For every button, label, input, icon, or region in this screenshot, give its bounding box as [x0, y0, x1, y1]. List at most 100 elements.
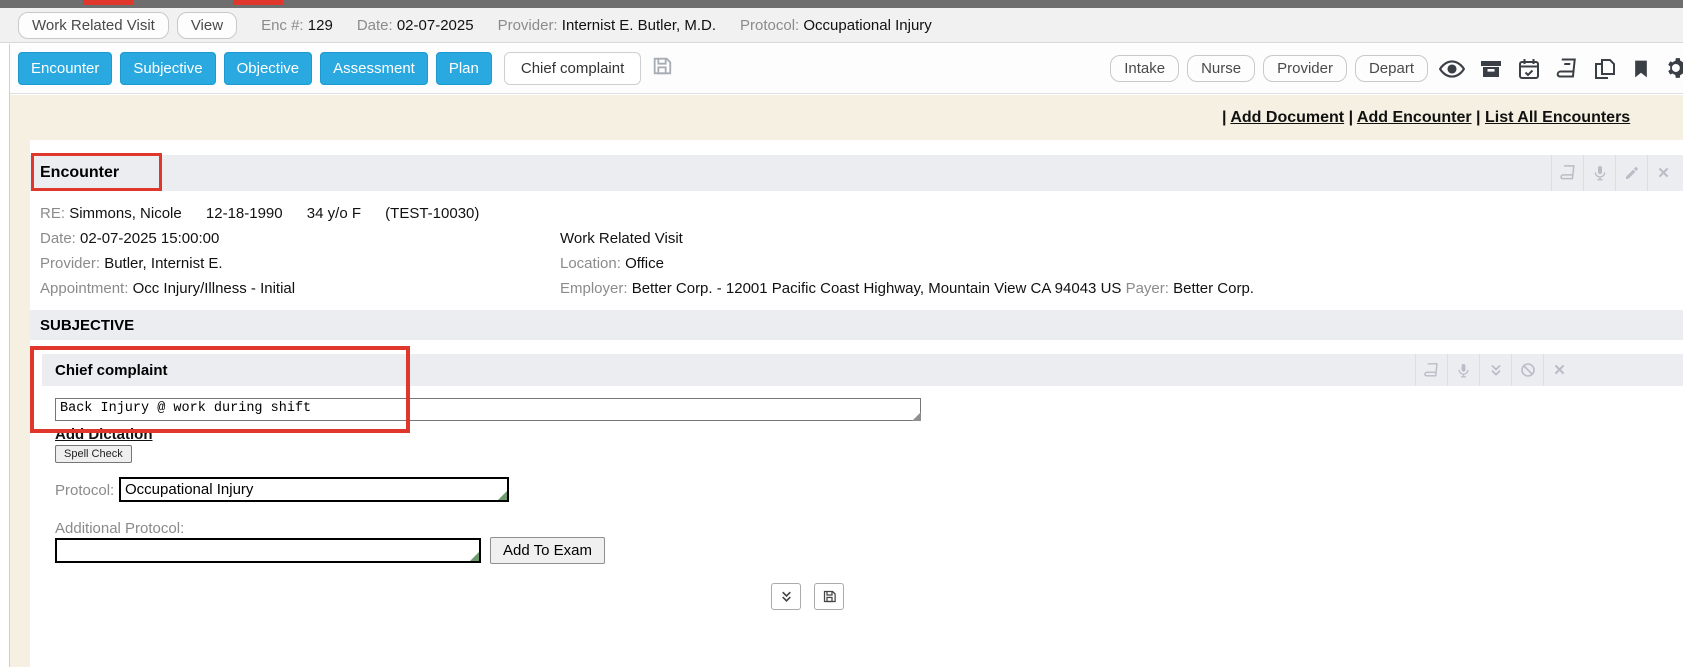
tab-encounter[interactable]: Encounter [18, 52, 112, 85]
protocol-label: Protocol: [55, 482, 114, 499]
patient-identity-line: RE: Simmons, Nicole 12-18-1990 34 y/o F … [40, 205, 479, 222]
add-encounter-link[interactable]: Add Encounter [1357, 109, 1472, 126]
book-icon[interactable] [1552, 54, 1582, 84]
provider-button[interactable]: Provider [1263, 55, 1347, 82]
patient-id: (TEST-10030) [385, 205, 479, 222]
location-line: Location: Office [560, 255, 664, 272]
save-form-button[interactable] [814, 583, 844, 610]
soap-section-buttons: Encounter Subjective Objective Assessmen… [18, 52, 673, 85]
enc-provider-label: Provider: [498, 17, 558, 34]
additional-protocol-label: Additional Protocol: [55, 520, 184, 537]
provider-value: Butler, Internist E. [104, 255, 222, 272]
close-icon[interactable]: ✕ [1543, 354, 1575, 386]
archive-icon[interactable] [1476, 54, 1506, 84]
link-separator: | [1349, 109, 1353, 126]
encounter-section-header: Encounter [30, 155, 1683, 191]
date-value: 02-07-2025 15:00:00 [80, 230, 219, 247]
disable-icon[interactable] [1511, 354, 1543, 386]
provider-label: Provider: [40, 255, 100, 272]
protocol-input[interactable] [119, 477, 509, 502]
patient-name: Simmons, Nicole [69, 205, 182, 222]
appointment-value: Occ Injury/Illness - Initial [133, 280, 296, 297]
book-icon[interactable] [1415, 354, 1447, 386]
enc-number-field: Enc #: 129 [261, 17, 333, 34]
subjective-title: SUBJECTIVE [40, 317, 134, 334]
link-separator: | [1476, 109, 1480, 126]
enc-date-value: 02-07-2025 [397, 17, 474, 34]
enc-protocol-field: Protocol: Occupational Injury [740, 17, 932, 34]
spell-check-button[interactable]: Spell Check [55, 445, 132, 463]
save-icon[interactable] [651, 55, 673, 82]
employer-label: Employer: [560, 280, 628, 297]
enc-provider-field: Provider: Internist E. Butler, M.D. [498, 17, 716, 34]
collapse-form-button[interactable] [771, 583, 801, 610]
enc-protocol-value: Occupational Injury [803, 17, 931, 34]
appointment-label: Appointment: [40, 280, 128, 297]
current-form-button[interactable]: Chief complaint [504, 52, 641, 85]
encounter-date-line: Date: 02-07-2025 15:00:00 [40, 230, 219, 247]
additional-protocol-input[interactable] [55, 538, 481, 563]
encounter-header-actions: ✕ [1551, 155, 1679, 191]
add-document-link[interactable]: Add Document [1230, 109, 1344, 126]
tab-accent-bar [233, 0, 283, 5]
chief-complaint-title: Chief complaint [55, 362, 168, 379]
app-window: Work Related Visit View Enc #: 129 Date:… [0, 0, 1683, 667]
tab-plan[interactable]: Plan [436, 52, 492, 85]
add-to-exam-button[interactable]: Add To Exam [490, 537, 605, 564]
encounter-form-panel: Encounter [30, 140, 1683, 667]
visit-type-button[interactable]: Work Related Visit [18, 12, 169, 39]
subjective-section-header: SUBJECTIVE [30, 310, 1683, 340]
left-gutter [0, 44, 10, 667]
provider-line: Provider: Butler, Internist E. [40, 255, 223, 272]
intake-button[interactable]: Intake [1110, 55, 1179, 82]
location-label: Location: [560, 255, 621, 272]
pencil-icon[interactable] [1615, 155, 1647, 191]
tab-subjective[interactable]: Subjective [120, 52, 215, 85]
date-label: Date: [40, 230, 76, 247]
enc-provider-value: Internist E. Butler, M.D. [562, 17, 716, 34]
book-icon[interactable] [1551, 155, 1583, 191]
stage-and-tools: Intake Nurse Provider Depart [1110, 54, 1681, 84]
visit-type-value: Work Related Visit [560, 230, 683, 247]
collapse-icon[interactable] [1479, 354, 1511, 386]
tab-accent-bar [83, 0, 133, 5]
location-value: Office [625, 255, 664, 272]
close-icon[interactable]: ✕ [1647, 155, 1679, 191]
copy-icon[interactable] [1590, 54, 1620, 84]
enc-number-value: 129 [308, 17, 333, 34]
patient-dob: 12-18-1990 [206, 205, 283, 222]
enc-date-field: Date: 02-07-2025 [357, 17, 474, 34]
tab-assessment[interactable]: Assessment [320, 52, 428, 85]
employer-payer-line: Employer: Better Corp. - 12001 Pacific C… [560, 280, 1254, 297]
encounter-summary-toolbar: Work Related Visit View Enc #: 129 Date:… [0, 8, 1683, 43]
add-dictation-link[interactable]: Add Dictation [55, 426, 153, 443]
payer-label: Payer: [1126, 280, 1169, 297]
view-button[interactable]: View [177, 12, 237, 39]
bookmark-icon[interactable] [1628, 54, 1654, 84]
microphone-icon[interactable] [1447, 354, 1479, 386]
link-separator: | [1222, 109, 1226, 126]
re-label: RE: [40, 205, 65, 222]
enc-number-label: Enc #: [261, 17, 304, 34]
nurse-button[interactable]: Nurse [1187, 55, 1255, 82]
chief-complaint-header-actions: ✕ [1415, 354, 1575, 386]
gear-icon[interactable] [1662, 54, 1683, 84]
enc-date-label: Date: [357, 17, 393, 34]
chief-complaint-header: Chief complaint [42, 354, 1683, 386]
microphone-icon[interactable] [1583, 155, 1615, 191]
depart-button[interactable]: Depart [1355, 55, 1428, 82]
chief-complaint-textarea[interactable]: Back Injury @ work during shift [55, 398, 921, 421]
encounter-action-links: | Add Document | Add Encounter | List Al… [1222, 109, 1630, 127]
calendar-check-icon[interactable] [1514, 54, 1544, 84]
list-all-encounters-link[interactable]: List All Encounters [1485, 109, 1630, 126]
eye-icon[interactable] [1436, 54, 1468, 84]
encounter-page: | Add Document | Add Encounter | List Al… [10, 95, 1683, 667]
tab-objective[interactable]: Objective [224, 52, 313, 85]
employer-value: Better Corp. - 12001 Pacific Coast Highw… [632, 280, 1122, 297]
appointment-line: Appointment: Occ Injury/Illness - Initia… [40, 280, 295, 297]
soap-navigation-toolbar: Encounter Subjective Objective Assessmen… [0, 44, 1683, 94]
visit-type-line: Work Related Visit [560, 230, 683, 247]
browser-tab-strip [0, 0, 1683, 8]
patient-age-sex: 34 y/o F [307, 205, 361, 222]
encounter-section-title: Encounter [40, 164, 119, 182]
